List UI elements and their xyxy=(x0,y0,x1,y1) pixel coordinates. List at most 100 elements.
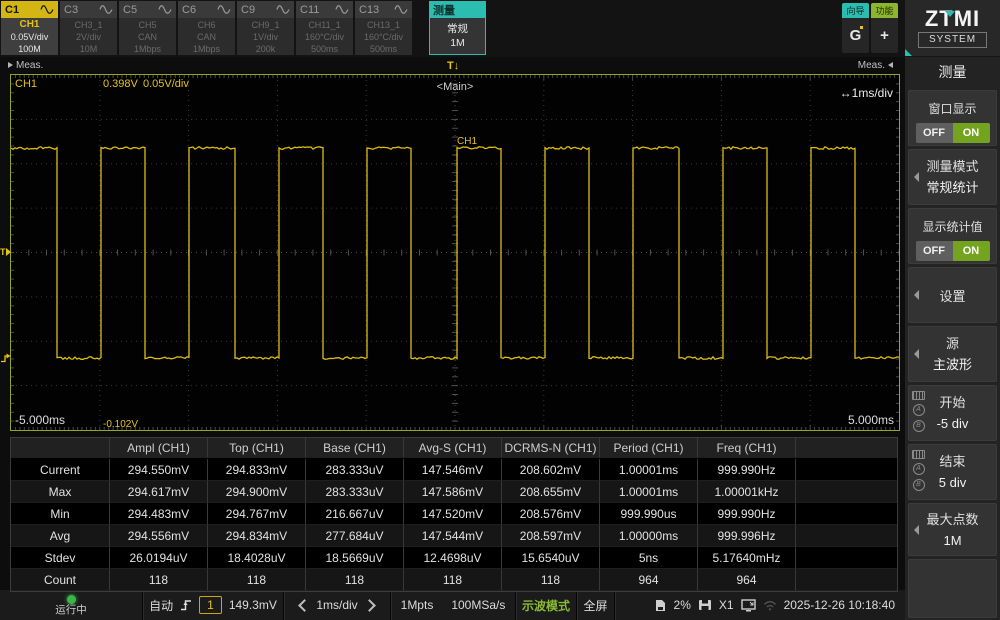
measurement-value: 18.5669uV xyxy=(306,547,404,569)
timebase-section: 1ms/div xyxy=(283,590,390,620)
tab-channel-name: CH13_1 xyxy=(367,19,400,31)
fullscreen-button[interactable]: 全屏 xyxy=(576,590,614,620)
triangle-left-icon xyxy=(888,62,893,68)
tab-label: C5 xyxy=(123,4,137,16)
save-icon[interactable] xyxy=(698,599,712,611)
tab-C3[interactable]: C3 CH3_1 2V/div 10M xyxy=(60,1,117,55)
measurement-value: 1.00001kHz xyxy=(698,481,796,503)
measurement-value: 5.17640mHz xyxy=(698,547,796,569)
wizard-button[interactable]: 向导 G xyxy=(842,3,869,53)
column-header: Ampl (CH1) xyxy=(110,438,208,458)
measure-mode-label: 测量模式 xyxy=(926,156,978,177)
waveform-plot[interactable]: CH1 0.398V 0.05V/div <Main> ↔1ms/div CH1… xyxy=(10,74,900,431)
meas-handle-right[interactable]: Meas. xyxy=(858,60,893,71)
panel-show-stats[interactable]: 显示统计值 OFF ON xyxy=(908,208,997,264)
run-indicator-icon xyxy=(67,595,76,604)
start-label: 开始 xyxy=(939,392,965,413)
empty-cell xyxy=(796,503,897,525)
row-label: Current xyxy=(11,459,110,481)
brand-text: ZTMI xyxy=(925,9,980,29)
measurement-value: 118 xyxy=(502,569,600,591)
acquisition-section[interactable]: 1Mpts 100MSa/s xyxy=(390,590,515,620)
tab-C13[interactable]: C13 CH13_1 160°C/div 500ms xyxy=(355,1,412,55)
measurement-value: 999.990Hz xyxy=(698,459,796,481)
status-bar: 运行中 自动 1 149.3mV 1ms/div 1Mpts 100MSa/s … xyxy=(0,590,905,620)
toggle-off[interactable]: OFF xyxy=(916,241,953,261)
trigger-level-marker[interactable]: T xyxy=(0,247,11,257)
measurement-value: 118 xyxy=(404,569,502,591)
trigger-section[interactable]: 自动 1 149.3mV xyxy=(142,590,283,620)
triangle-right-icon xyxy=(6,248,11,256)
disk-usage: 2% xyxy=(674,598,691,612)
tab-C11[interactable]: C11 CH11_1 160°C/div 500ms xyxy=(296,1,353,55)
keypad-icon xyxy=(912,450,925,459)
window-display-label: 窗口显示 xyxy=(909,91,996,117)
tab-scale: 1V/div xyxy=(253,31,278,43)
view-label: <Main> xyxy=(437,81,474,93)
panel-max-points[interactable]: 最大点数 1M xyxy=(908,503,997,556)
window-display-toggle[interactable]: OFF ON xyxy=(916,123,990,143)
tab-label: C11 xyxy=(300,4,319,16)
tab-C1[interactable]: C1 CH1 0.05V/div 100M xyxy=(1,1,58,55)
panel-settings[interactable]: 设置 xyxy=(908,267,997,323)
source-value: 主波形 xyxy=(933,354,972,375)
system-button[interactable]: SYSTEM xyxy=(918,32,987,48)
tab-channel-name: CH9_1 xyxy=(251,19,279,31)
max-points-value: 1M xyxy=(943,530,961,551)
brand-logo[interactable]: ZTMI SYSTEM xyxy=(905,0,1000,57)
tab-extra: 500ms xyxy=(311,43,338,55)
toggle-off[interactable]: OFF xyxy=(916,123,953,143)
measure-tab-label: 测量 xyxy=(433,2,455,18)
chevron-left-icon[interactable] xyxy=(298,599,311,612)
trigger-level-readout[interactable]: 149.3mV xyxy=(229,598,277,612)
wizard-icon: G xyxy=(842,18,869,53)
measurement-value: 294.834mV xyxy=(208,525,306,547)
tab-scale: 160°C/div xyxy=(305,31,344,43)
panel-source[interactable]: 源 主波形 xyxy=(908,326,997,382)
table-row-stdev: Stdev26.0194uV18.4028uV18.5669uV12.4698u… xyxy=(11,547,897,569)
plus-icon: + xyxy=(871,18,898,53)
trigger-position-marker[interactable]: T↓ xyxy=(447,60,459,72)
wifi-icon[interactable] xyxy=(763,600,777,611)
timebase-value[interactable]: 1ms/div xyxy=(316,598,357,612)
row-label: Stdev xyxy=(11,547,110,569)
fullscreen-label: 全屏 xyxy=(583,597,607,614)
tab-C6[interactable]: C6 CH6 CAN 1Mbps xyxy=(178,1,235,55)
tab-C5[interactable]: C5 CH5 CAN 1Mbps xyxy=(119,1,176,55)
record-points: 1Mpts xyxy=(401,598,434,612)
panel-measure-mode[interactable]: 测量模式 常规统计 xyxy=(908,149,997,205)
datetime[interactable]: 2025-12-26 10:18:40 xyxy=(784,598,895,612)
measurement-value: 283.333uV xyxy=(306,481,404,503)
ground-reference-marker[interactable] xyxy=(0,352,11,363)
display-icon[interactable] xyxy=(741,599,756,612)
tab-scale: CAN xyxy=(138,31,157,43)
scope-mode-button[interactable]: 示波模式 xyxy=(515,590,576,620)
measurement-value: 294.900mV xyxy=(208,481,306,503)
panel-end[interactable]: A B 结束 5 div xyxy=(908,444,997,500)
trigger-source-badge[interactable]: 1 xyxy=(199,596,222,614)
column-header xyxy=(11,438,110,458)
toggle-on[interactable]: ON xyxy=(953,123,990,143)
trigger-mode-label[interactable]: 自动 xyxy=(149,597,173,614)
sine-wave-icon xyxy=(217,5,231,14)
run-status[interactable]: 运行中 xyxy=(0,590,142,620)
meas-handle-left[interactable]: Meas. xyxy=(8,60,43,71)
measurement-value: 1.00000ms xyxy=(600,525,698,547)
sine-wave-icon xyxy=(158,5,172,14)
tab-scale: 160°C/div xyxy=(364,31,403,43)
chevron-right-icon[interactable] xyxy=(363,599,376,612)
tab-C9[interactable]: C9 CH9_1 1V/div 200k xyxy=(237,1,294,55)
sidebar-title: 测量 xyxy=(905,56,1000,89)
panel-window-display[interactable]: 窗口显示 OFF ON xyxy=(908,90,997,146)
column-header: Base (CH1) xyxy=(306,438,404,458)
column-header: DCRMS-N (CH1) xyxy=(502,438,600,458)
panel-start[interactable]: A B 开始 -5 div xyxy=(908,385,997,441)
tab-measure[interactable]: 测量 常规 1M xyxy=(429,1,486,55)
table-header-row: Ampl (CH1)Top (CH1)Base (CH1)Avg-S (CH1)… xyxy=(11,438,897,459)
toggle-on[interactable]: ON xyxy=(953,241,990,261)
measurement-value: 208.576mV xyxy=(502,503,600,525)
show-stats-toggle[interactable]: OFF ON xyxy=(916,241,990,261)
storage-icon[interactable] xyxy=(654,599,667,612)
sample-rate: 100MSa/s xyxy=(451,598,505,612)
function-button[interactable]: 功能 + xyxy=(871,3,898,53)
